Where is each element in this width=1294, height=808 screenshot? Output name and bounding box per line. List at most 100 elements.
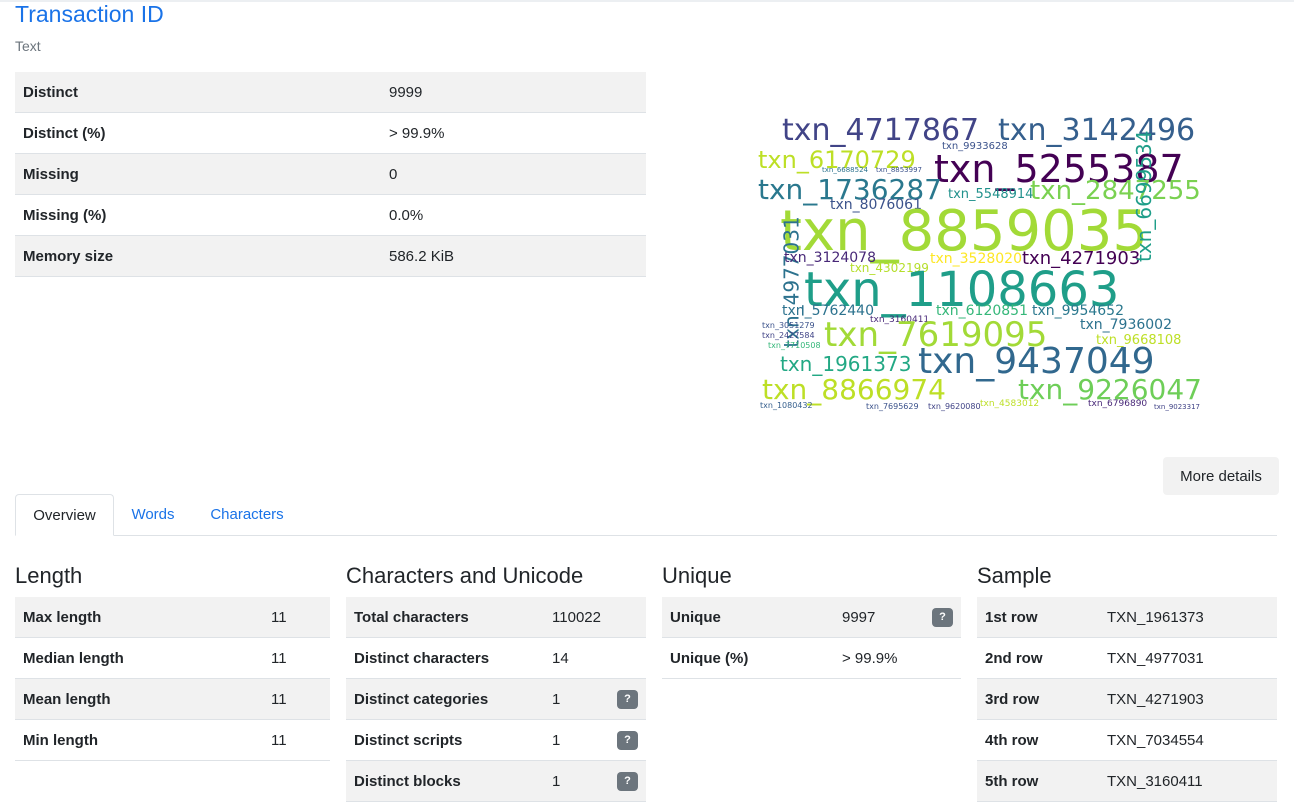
table-row: Unique 9997? [662, 597, 961, 638]
table-row: Min length 11 [15, 719, 330, 761]
wc-word: txn_7695629 [866, 402, 919, 411]
stat-row: Memory size 586.2 KiB [15, 235, 646, 277]
row-value: TXN_4271903 [1099, 678, 1277, 720]
help-badge-icon[interactable]: ? [617, 689, 638, 709]
wc-word: txn_6699534 [1132, 130, 1156, 262]
row-key: 3rd row [977, 678, 1099, 720]
top-border [0, 0, 1294, 2]
stat-key: Distinct [15, 72, 381, 113]
wc-word: txn_2427584 [762, 331, 815, 340]
unique-section-title: Unique [662, 563, 732, 588]
wc-word: txn_9023317 [1154, 403, 1200, 411]
wc-word: txn_8866974 [762, 373, 946, 406]
row-value: TXN_4977031 [1099, 637, 1277, 679]
row-key: Min length [15, 719, 263, 761]
table-row: 2nd row TXN_4977031 [977, 637, 1277, 679]
row-key: 4th row [977, 719, 1099, 761]
row-key: Max length [15, 597, 263, 638]
stat-value: 9999 [381, 72, 646, 113]
table-row: Unique (%) > 99.9% [662, 637, 961, 679]
stat-row: Missing 0 [15, 153, 646, 195]
table-row: Median length 11 [15, 637, 330, 679]
row-key: Median length [15, 637, 263, 679]
help-badge-icon[interactable]: ? [617, 730, 638, 750]
more-details-button[interactable]: More details [1163, 457, 1279, 495]
tab-overview[interactable]: Overview [15, 494, 114, 536]
table-row: 5th row TXN_3160411 [977, 760, 1277, 802]
row-value: 11 [262, 719, 330, 761]
table-row: Mean length 11 [15, 678, 330, 720]
table-row: 1st row TXN_1961373 [977, 597, 1277, 638]
variable-title[interactable]: Transaction ID [15, 1, 164, 28]
wc-word: txn_3142496 [998, 113, 1196, 148]
table-row: Distinct scripts 1? [346, 719, 646, 761]
wc-word: txn_7936002 [1080, 317, 1172, 333]
row-key: Distinct characters [346, 637, 545, 679]
wc-word: txn_9620080 [928, 402, 981, 411]
length-table: Max length 11 Median length 11 Mean length… [15, 597, 330, 761]
help-badge-icon[interactable]: ? [617, 771, 638, 791]
unique-table: Unique 9997? Unique (%) > 99.9% [662, 597, 961, 679]
row-key: Distinct scripts [346, 719, 545, 761]
wc-word: txn_1961373 [780, 352, 912, 376]
length-section-title: Length [15, 563, 83, 588]
row-key: Unique (%) [662, 637, 834, 679]
table-row: 4th row TXN_7034554 [977, 719, 1277, 761]
table-row: 3rd row TXN_4271903 [977, 678, 1277, 720]
row-value: 110022 [544, 597, 609, 638]
wc-word: txn_7710508 [768, 341, 821, 350]
wc-word: txn_3051279 [762, 321, 815, 330]
row-value: 1 [544, 719, 609, 761]
table-row: Distinct categories 1? [346, 678, 646, 720]
row-value: > 99.9% [834, 637, 924, 679]
row-key: 5th row [977, 760, 1099, 802]
row-value: 1 [544, 760, 609, 802]
row-key: Distinct blocks [346, 760, 545, 802]
unicode-table: Total characters 110022 Distinct characte… [346, 597, 646, 802]
row-value: TXN_3160411 [1099, 760, 1277, 802]
row-key: Total characters [346, 597, 545, 638]
stat-row: Distinct 9999 [15, 72, 646, 113]
stat-value: 0 [381, 153, 646, 195]
row-key: 1st row [977, 597, 1099, 638]
row-value: 9997 [834, 597, 924, 638]
wc-word: txn_8853997 [876, 166, 922, 174]
row-value: 11 [262, 678, 330, 720]
tab-bar: Overview Words Characters [15, 494, 1277, 536]
stat-row: Distinct (%) > 99.9% [15, 112, 646, 154]
variable-type: Text [15, 38, 41, 54]
table-row: Max length 11 [15, 597, 330, 638]
wc-word: txn_6688524 [822, 166, 868, 174]
row-value: 1 [544, 678, 609, 720]
table-row: Distinct characters 14 [346, 637, 646, 679]
stat-value: 0.0% [381, 194, 646, 236]
stat-key: Distinct (%) [15, 112, 381, 154]
stat-value: > 99.9% [381, 112, 646, 154]
stat-value: 586.2 KiB [381, 235, 646, 277]
wc-word: txn_4583012 [980, 399, 1040, 409]
table-row: Total characters 110022 [346, 597, 646, 638]
row-value: TXN_1961373 [1099, 597, 1277, 638]
row-value: 11 [262, 597, 330, 638]
table-row: Distinct blocks 1? [346, 760, 646, 802]
row-key: Unique [662, 597, 834, 638]
row-key: 2nd row [977, 637, 1099, 679]
row-key: Mean length [15, 678, 263, 720]
help-badge-icon[interactable]: ? [932, 607, 953, 627]
row-value: TXN_7034554 [1099, 719, 1277, 761]
word-cloud-image: txn_4717867 txn_3142496 txn_6170729 txn_… [752, 112, 1200, 412]
wc-word: txn_6796890 [1088, 399, 1148, 409]
row-value: 11 [262, 637, 330, 679]
stat-key: Memory size [15, 235, 381, 277]
row-value: 14 [544, 637, 609, 679]
wc-word: txn_1080432 [760, 401, 813, 410]
stat-row: Missing (%) 0.0% [15, 194, 646, 236]
sample-table: 1st row TXN_1961373 2nd row TXN_4977031 3r… [977, 597, 1277, 802]
overview-stats-table: Distinct 9999 Distinct (%) > 99.9% Missi… [15, 72, 646, 277]
unicode-section-title: Characters and Unicode [346, 563, 584, 588]
row-key: Distinct categories [346, 678, 545, 720]
tab-characters[interactable]: Characters [195, 494, 299, 535]
sample-section-title: Sample [977, 563, 1052, 588]
tab-words[interactable]: Words [119, 494, 187, 535]
stat-key: Missing (%) [15, 194, 381, 236]
